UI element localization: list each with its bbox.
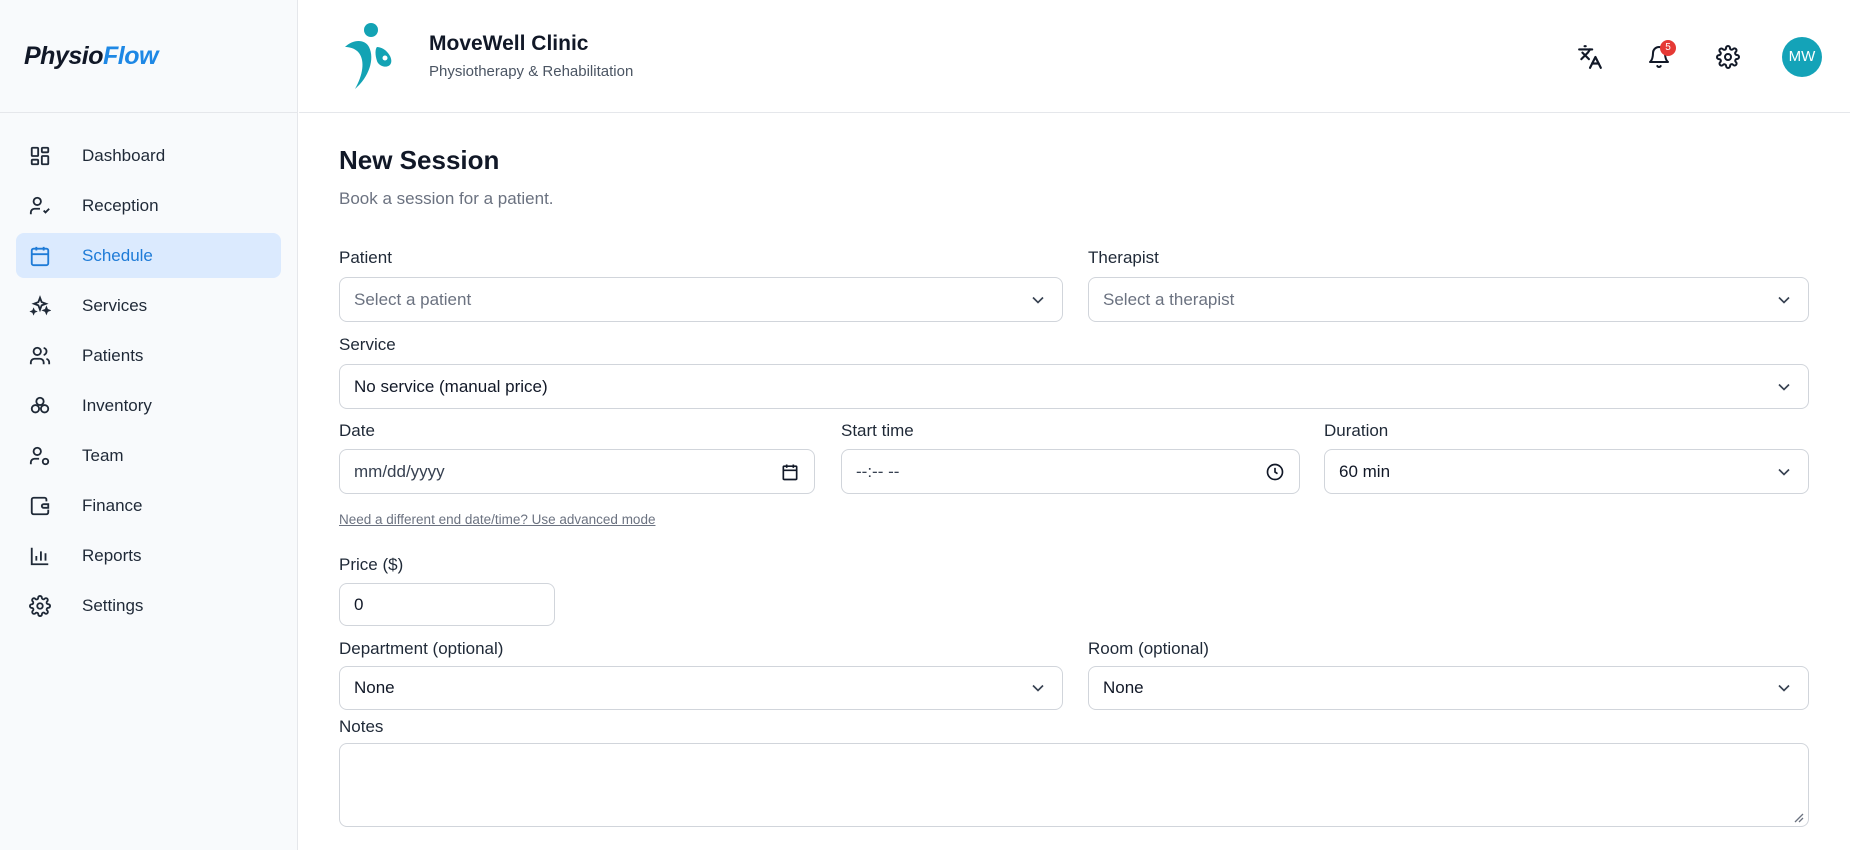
sidebar: Physio Flow Dashboard Reception Schedule … bbox=[0, 0, 298, 850]
chevron-down-icon bbox=[1028, 290, 1048, 310]
notification-badge: 5 bbox=[1660, 39, 1676, 56]
sidebar-item-inventory[interactable]: Inventory bbox=[16, 383, 281, 428]
sidebar-item-label: Team bbox=[82, 445, 124, 465]
start-time-input[interactable]: --:-- -- bbox=[841, 449, 1300, 494]
duration-select[interactable]: 60 min bbox=[1324, 449, 1809, 494]
start-time-value: --:-- -- bbox=[856, 461, 900, 481]
duration-label: Duration bbox=[1324, 421, 1389, 440]
calendar-icon bbox=[28, 244, 52, 268]
chevron-down-icon bbox=[1774, 290, 1794, 310]
translate-button[interactable] bbox=[1570, 37, 1610, 77]
sidebar-item-label: Services bbox=[82, 295, 148, 315]
sidebar-item-schedule[interactable]: Schedule bbox=[16, 233, 281, 278]
department-select-value: None bbox=[354, 678, 395, 697]
settings-button[interactable] bbox=[1708, 37, 1748, 77]
room-select-value: None bbox=[1103, 678, 1144, 697]
therapist-select-value: Select a therapist bbox=[1103, 289, 1235, 309]
chevron-down-icon bbox=[1774, 462, 1794, 482]
user-avatar[interactable]: MW bbox=[1782, 36, 1822, 77]
sidebar-item-reports[interactable]: Reports bbox=[16, 533, 281, 578]
sidebar-item-dashboard[interactable]: Dashboard bbox=[16, 133, 281, 178]
brand-logo[interactable]: Physio Flow bbox=[0, 0, 297, 113]
chevron-down-icon bbox=[1774, 678, 1794, 698]
patient-select-value: Select a patient bbox=[354, 289, 472, 309]
boxes-icon bbox=[28, 394, 52, 418]
clinic-info: MoveWell Clinic Physiotherapy & Rehabili… bbox=[429, 32, 633, 80]
sparkles-icon bbox=[28, 294, 52, 318]
price-input[interactable]: 0 bbox=[339, 583, 555, 626]
sidebar-item-team[interactable]: Team bbox=[16, 433, 281, 478]
sidebar-nav: Dashboard Reception Schedule Services Pa… bbox=[0, 113, 297, 628]
clinic-subtitle: Physiotherapy & Rehabilitation bbox=[429, 63, 634, 80]
service-select-value: No service (manual price) bbox=[354, 376, 548, 396]
date-input[interactable]: mm/dd/yyyy bbox=[339, 449, 815, 494]
gear-icon bbox=[1716, 44, 1740, 69]
sidebar-item-label: Patients bbox=[82, 345, 144, 365]
date-label: Date bbox=[339, 421, 375, 440]
patient-select[interactable]: Select a patient bbox=[339, 277, 1063, 322]
department-select[interactable]: None bbox=[339, 666, 1063, 710]
notes-label: Notes bbox=[339, 717, 384, 736]
date-input-value: mm/dd/yyyy bbox=[354, 461, 445, 481]
user-cog-icon bbox=[28, 444, 52, 468]
room-select[interactable]: None bbox=[1088, 666, 1809, 710]
sidebar-item-label: Schedule bbox=[82, 245, 153, 265]
service-label: Service bbox=[339, 335, 396, 354]
therapist-label: Therapist bbox=[1088, 248, 1159, 267]
start-time-label: Start time bbox=[841, 421, 914, 440]
clock-icon[interactable] bbox=[1265, 462, 1285, 482]
advanced-mode-link[interactable]: Need a different end date/time? Use adva… bbox=[339, 512, 655, 527]
top-header: MoveWell Clinic Physiotherapy & Rehabili… bbox=[299, 0, 1850, 113]
sidebar-item-label: Reception bbox=[82, 195, 159, 215]
sidebar-item-patients[interactable]: Patients bbox=[16, 333, 281, 378]
calendar-icon[interactable] bbox=[780, 462, 800, 482]
bar-chart-icon bbox=[28, 544, 52, 568]
room-label: Room (optional) bbox=[1088, 639, 1209, 658]
sidebar-item-services[interactable]: Services bbox=[16, 283, 281, 328]
department-label: Department (optional) bbox=[339, 639, 504, 658]
user-check-icon bbox=[28, 194, 52, 218]
price-input-value: 0 bbox=[354, 594, 364, 614]
sidebar-item-settings[interactable]: Settings bbox=[16, 583, 281, 628]
page-subtitle: Book a session for a patient. bbox=[339, 189, 554, 208]
header-actions: 5 MW bbox=[1541, 0, 1822, 113]
sidebar-item-label: Reports bbox=[82, 545, 142, 565]
dashboard-icon bbox=[28, 144, 52, 168]
sidebar-item-finance[interactable]: Finance bbox=[16, 483, 281, 528]
sidebar-item-label: Dashboard bbox=[82, 145, 166, 165]
clinic-logo-icon bbox=[339, 21, 399, 91]
duration-select-value: 60 min bbox=[1339, 461, 1391, 481]
notes-textarea[interactable] bbox=[339, 743, 1809, 827]
sidebar-item-label: Finance bbox=[82, 495, 143, 515]
wallet-icon bbox=[28, 494, 52, 518]
service-select[interactable]: No service (manual price) bbox=[339, 364, 1809, 409]
users-icon bbox=[28, 344, 52, 368]
patient-label: Patient bbox=[339, 248, 392, 267]
clinic-name: MoveWell Clinic bbox=[429, 32, 589, 55]
page-title: New Session bbox=[339, 145, 500, 175]
brand-name-part2: Flow bbox=[102, 41, 158, 70]
gear-icon bbox=[28, 594, 52, 618]
therapist-select[interactable]: Select a therapist bbox=[1088, 277, 1809, 322]
chevron-down-icon bbox=[1028, 678, 1048, 698]
translate-icon bbox=[1577, 44, 1603, 70]
chevron-down-icon bbox=[1774, 377, 1794, 397]
brand-name-part1: Physio bbox=[24, 41, 103, 70]
sidebar-item-label: Inventory bbox=[82, 395, 152, 415]
notifications-button[interactable]: 5 bbox=[1639, 37, 1679, 77]
resize-handle-icon[interactable] bbox=[1792, 810, 1804, 823]
sidebar-item-reception[interactable]: Reception bbox=[16, 183, 281, 228]
sidebar-item-label: Settings bbox=[82, 595, 144, 615]
price-label: Price ($) bbox=[339, 555, 404, 574]
